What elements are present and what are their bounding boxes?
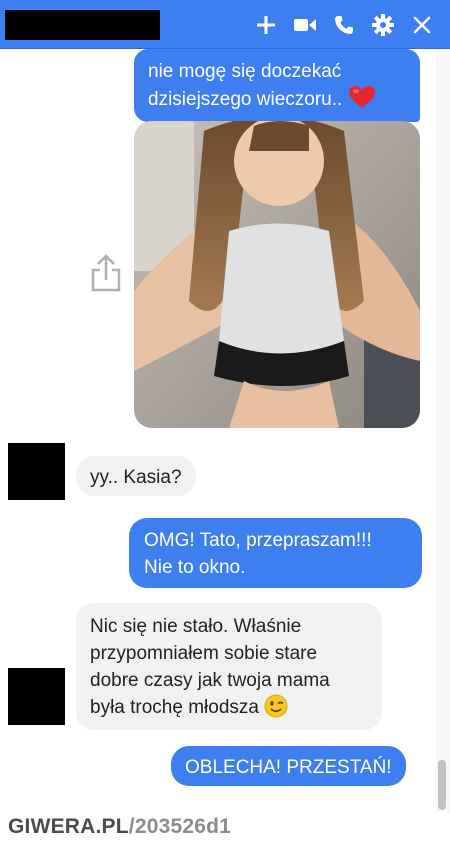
chat-header — [0, 0, 450, 49]
close-icon[interactable] — [408, 11, 436, 39]
message-text-line: była trochę młodsza — [90, 694, 368, 721]
message-text-line: Nie to okno. — [144, 557, 246, 578]
avatar[interactable] — [8, 668, 65, 725]
message-outgoing[interactable]: nie mogę się doczekać dzisiejszego wiecz… — [134, 49, 420, 122]
message-text-line: OMG! Tato, przepraszam!!! — [144, 530, 372, 551]
watermark: GIWERA.PL/203526d1 — [8, 815, 231, 839]
heart-icon — [348, 86, 375, 108]
phone-icon[interactable] — [330, 11, 358, 39]
header-actions — [252, 10, 436, 40]
message-outgoing[interactable]: OBLECHA! PRZESTAŃ! — [171, 746, 406, 786]
plus-icon[interactable] — [252, 11, 280, 39]
message-text-line: przypomniałem sobie stare — [90, 643, 318, 664]
message-outgoing[interactable]: OMG! Tato, przepraszam!!! Nie to okno. — [129, 518, 422, 588]
scrollbar-thumb[interactable] — [438, 760, 446, 810]
share-icon[interactable] — [88, 252, 124, 294]
watermark-id: /203526d1 — [128, 815, 232, 838]
message-text: OBLECHA! PRZESTAŃ! — [185, 757, 392, 778]
contact-name-redacted — [5, 10, 160, 40]
message-text-line: dobre czasy jak twoja mama — [90, 670, 330, 691]
message-text-line: nie mogę się doczekać — [148, 61, 342, 82]
message-text-line: dzisiejszego wieczoru.. — [148, 85, 406, 113]
shared-photo[interactable] — [134, 121, 420, 428]
avatar[interactable] — [8, 443, 65, 500]
message-incoming[interactable]: yy.. Kasia? — [76, 456, 196, 496]
scrollbar-track[interactable] — [436, 49, 450, 813]
message-text: yy.. Kasia? — [90, 467, 182, 488]
video-camera-icon[interactable] — [291, 11, 319, 39]
watermark-site: GIWERA.PL — [8, 815, 129, 838]
message-incoming[interactable]: Nic się nie stało. Właśnie przypomniałem… — [76, 603, 382, 730]
wink-emoji-icon — [264, 694, 288, 718]
gear-icon[interactable] — [369, 11, 397, 39]
message-text-line: Nic się nie stało. Właśnie — [90, 616, 302, 637]
photo-image — [134, 121, 420, 428]
